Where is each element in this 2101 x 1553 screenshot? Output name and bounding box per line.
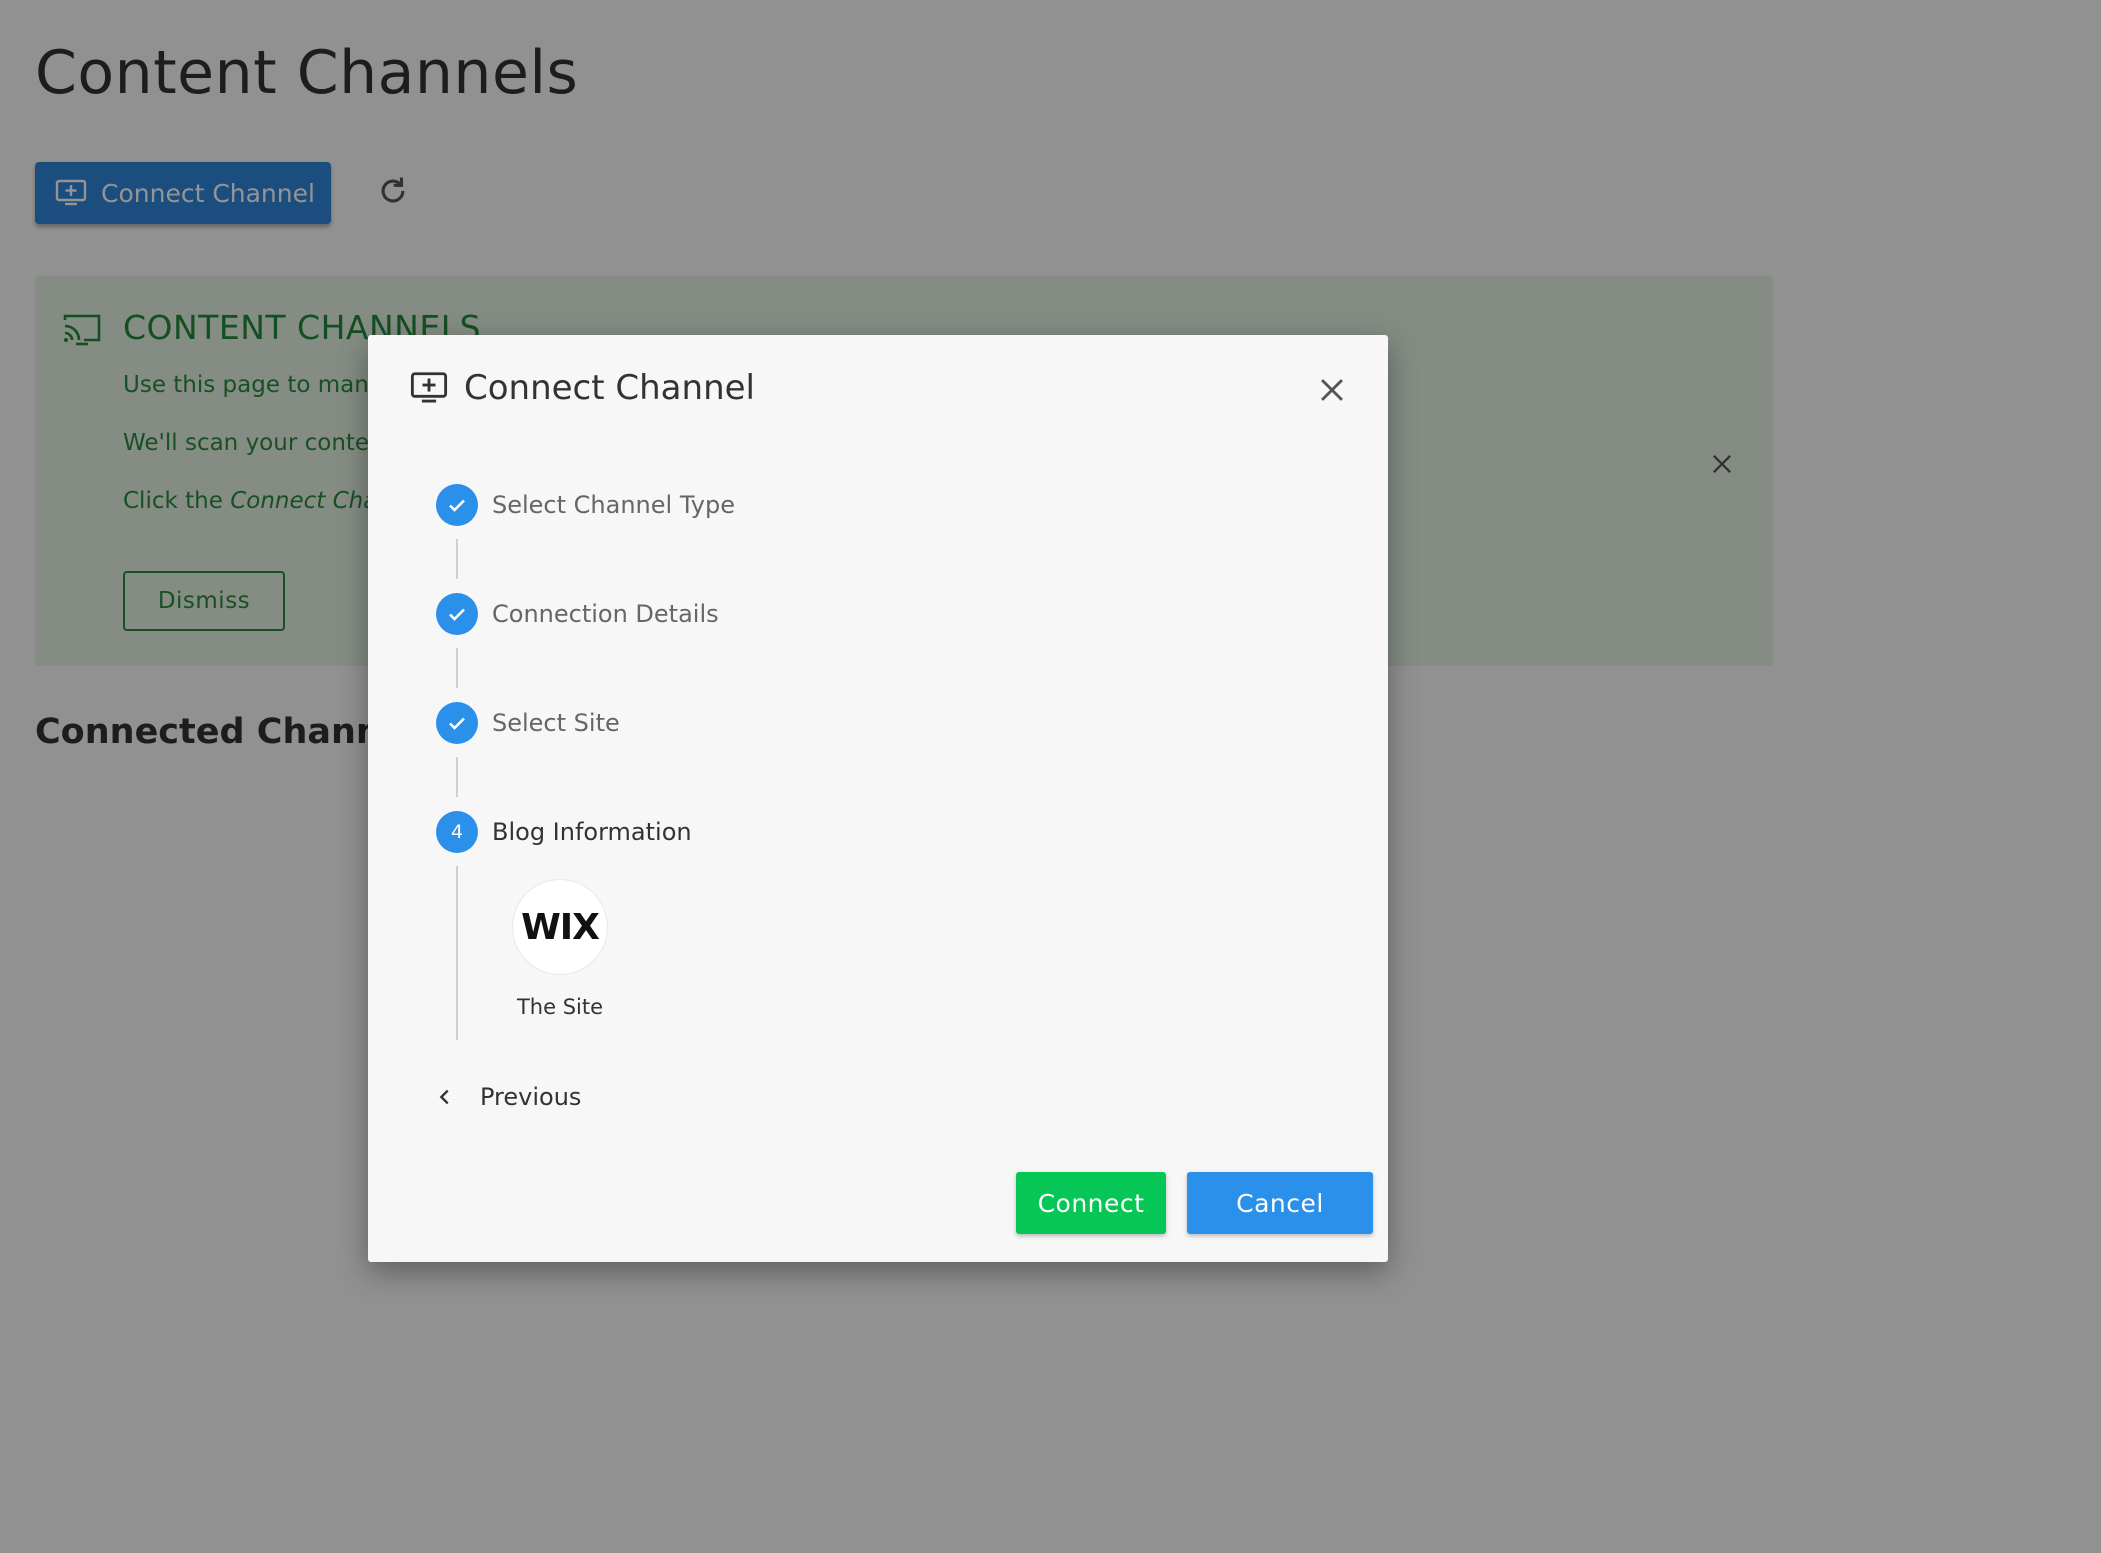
step-select-site[interactable]: Select Site [436, 702, 620, 744]
check-icon [436, 593, 478, 635]
step-label: Select Site [492, 709, 620, 737]
step-number-badge: 4 [436, 811, 478, 853]
previous-label: Previous [480, 1083, 582, 1111]
stepper-connector [456, 866, 458, 1040]
previous-button[interactable]: Previous [434, 1083, 581, 1111]
step-label: Blog Information [492, 818, 692, 846]
connect-button[interactable]: Connect [1016, 1172, 1166, 1234]
connect-channel-dialog: Connect Channel Select Channel Type Conn… [368, 335, 1388, 1262]
site-logo[interactable]: WIX [512, 879, 608, 975]
stepper-connector [456, 539, 458, 579]
step-label: Connection Details [492, 600, 719, 628]
stepper-connector [456, 757, 458, 797]
wix-logo: WIX [521, 906, 600, 948]
step-select-channel-type[interactable]: Select Channel Type [436, 484, 735, 526]
monitor-plus-icon [410, 371, 448, 405]
check-icon [436, 702, 478, 744]
close-icon[interactable] [1315, 373, 1349, 407]
site-name: The Site [516, 995, 604, 1019]
step-connection-details[interactable]: Connection Details [436, 593, 719, 635]
step-blog-information: 4 Blog Information [436, 811, 692, 853]
chevron-left-icon [434, 1086, 456, 1108]
step-label: Select Channel Type [492, 491, 735, 519]
dialog-title-text: Connect Channel [464, 368, 755, 408]
dialog-title: Connect Channel [410, 368, 755, 408]
cancel-button[interactable]: Cancel [1187, 1172, 1373, 1234]
stepper-connector [456, 648, 458, 688]
check-icon [436, 484, 478, 526]
